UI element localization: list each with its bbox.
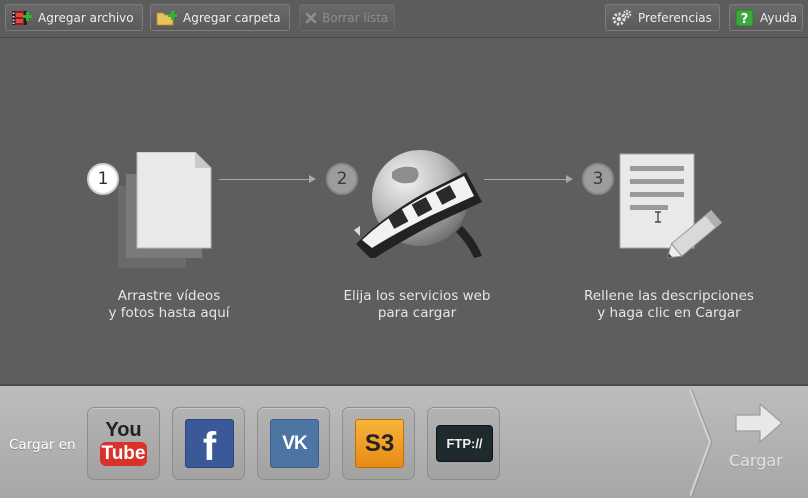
toolbar: Agregar archivo Agregar carpeta Borrar l… [0,0,808,38]
form-pencil-icon [618,152,728,268]
preferences-label: Preferencias [638,10,712,25]
upload-label: Cargar [729,451,783,470]
add-file-button[interactable]: Agregar archivo [5,4,143,31]
step-arrow-1 [219,175,316,183]
help-icon: ? [735,8,755,28]
service-youtube-button[interactable]: You Tube [87,407,160,480]
help-label: Ayuda [760,10,798,25]
drop-area[interactable]: 1 Arrastre vídeos y fotos hasta aquí 2 E… [0,38,808,384]
clear-list-label: Borrar lista [322,10,389,25]
upload-to-label: Cargar en [9,437,76,453]
add-folder-button[interactable]: Agregar carpeta [150,4,290,31]
help-button[interactable]: ? Ayuda [729,4,803,31]
film-add-icon [11,8,33,28]
step-3-caption: Rellene las descripciones y haga clic en… [584,288,754,321]
preferences-button[interactable]: Preferencias [605,4,720,31]
s3-icon: S3 [355,419,404,468]
ftp-icon: FTP:// [436,425,493,462]
service-facebook-button[interactable]: f [172,407,245,480]
svg-text:?: ? [741,12,749,27]
close-icon [305,8,317,28]
add-folder-label: Agregar carpeta [183,10,281,25]
gears-icon [611,8,633,28]
document-stack-icon [116,151,216,274]
youtube-icon: You Tube [100,419,147,466]
clear-list-button[interactable]: Borrar lista [299,4,395,31]
vk-icon: VK [270,419,319,468]
step-1-caption: Arrastre vídeos y fotos hasta aquí [108,288,230,321]
facebook-icon: f [185,419,234,468]
upload-button[interactable]: Cargar [690,386,808,498]
add-file-label: Agregar archivo [38,10,134,25]
step-2-caption: Elija los servicios web para cargar [343,288,491,321]
step-3-number: 3 [582,163,614,195]
service-vk-button[interactable]: VK [257,407,330,480]
step-arrow-2 [484,175,573,183]
upload-bar: Cargar en You Tube f VK S3 FTP:// Cargar [0,384,808,498]
service-ftp-button[interactable]: FTP:// [427,407,500,480]
arrow-right-icon [734,402,784,448]
step-1-number: 1 [87,163,119,195]
globe-film-icon [352,148,487,262]
service-s3-button[interactable]: S3 [342,407,415,480]
folder-add-icon [156,8,178,28]
